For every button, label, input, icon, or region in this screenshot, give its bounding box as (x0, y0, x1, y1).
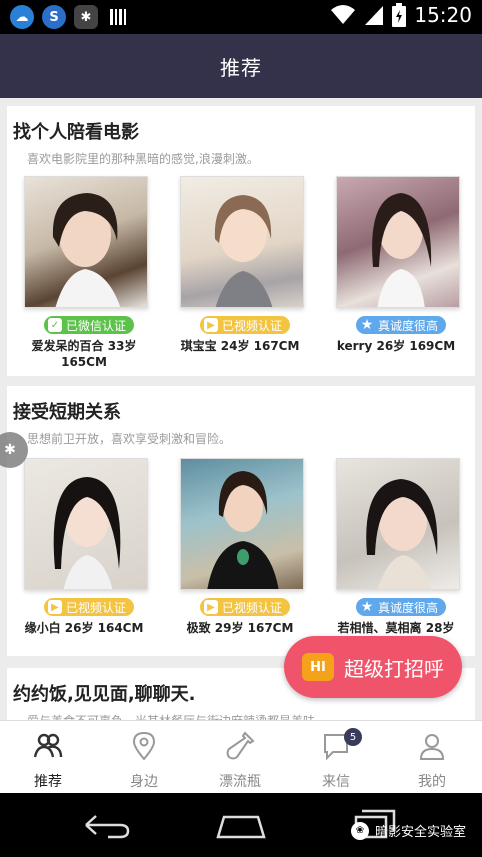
wechat-logo-icon: ❀ (350, 821, 369, 840)
tab-recommend[interactable]: 推荐 (0, 721, 96, 794)
profile-info: 极致 29岁 167CM (165, 620, 315, 636)
video-camera-icon: ▶ (48, 600, 62, 614)
section-title: 找个人陪看电影 (13, 122, 139, 143)
signal-icon (365, 6, 384, 25)
tab-label: 身边 (130, 774, 158, 790)
profile-photo[interactable] (24, 458, 148, 590)
video-camera-icon: ▶ (204, 600, 218, 614)
profile-photo[interactable] (336, 458, 460, 590)
section-title: 约约饭,见见面,聊聊天. (13, 684, 196, 705)
wechat-icon: ✓ (48, 318, 62, 332)
section-subtitle: 爱与美食不可辜负，米其林餐厅与街边麻辣烫都是美味。 (27, 712, 327, 720)
hi-icon: HI (302, 653, 334, 681)
star-icon: ★ (360, 599, 374, 615)
watermark-text: 暗影安全实验室 (374, 825, 466, 840)
star-icon: ★ (360, 317, 374, 333)
person-icon (419, 734, 445, 760)
tab-messages[interactable]: 5 来信 (288, 721, 384, 794)
video-verified-badge: ▶ 已视频认证 (44, 598, 135, 616)
profile-card[interactable]: ✓ 已微信认证 爱发呆的百合 33岁 165CM (9, 176, 159, 376)
app-s-icon: S (42, 5, 66, 29)
tab-label: 漂流瓶 (219, 774, 261, 790)
status-bar: ☁ S ✱ 15:20 (0, 0, 482, 34)
profile-photo[interactable] (180, 458, 304, 590)
super-greet-button[interactable]: HI 超级打招呼 (284, 636, 462, 698)
barcode-icon (106, 5, 130, 29)
wifi-icon (331, 5, 356, 24)
tab-label: 推荐 (34, 774, 62, 790)
profile-card[interactable]: ★ 真诚度很高 kerry 26岁 169CM (321, 176, 471, 376)
profile-name-age: kerry 26岁 169CM (336, 339, 456, 353)
tab-label: 来信 (322, 774, 350, 790)
clock: 15:20 (414, 3, 472, 27)
video-verified-badge: ▶ 已视频认证 (200, 316, 291, 334)
unread-count-badge: 5 (344, 728, 362, 746)
section-subtitle: 思想前卫开放，喜欢享受刺激和冒险。 (27, 432, 232, 446)
section-movie: 找个人陪看电影 喜欢电影院里的那种黑暗的感觉,浪漫刺激。 ✓ 已微信认证 爱发呆… (7, 106, 475, 376)
profile-photo[interactable] (24, 176, 148, 308)
profile-card[interactable]: ▶ 已视频认证 琪宝宝 24岁 167CM (165, 176, 315, 376)
video-camera-icon: ▶ (204, 318, 218, 332)
wechat-verified-badge: ✓ 已微信认证 (44, 316, 135, 334)
location-pin-icon (132, 731, 156, 761)
app-header: 推荐 (0, 34, 482, 98)
home-icon[interactable] (214, 813, 268, 839)
profile-card[interactable]: ▶ 已视频认证 极致 29岁 167CM (165, 458, 315, 656)
badge-label: 已视频认证 (222, 318, 283, 333)
section-short-term: 接受短期关系 思想前卫开放，喜欢享受刺激和冒险。 ▶ 已视频认证 缘小白 26岁… (7, 386, 475, 656)
bottom-tab-bar: 推荐 身边 漂流瓶 5 来信 我的 (0, 720, 482, 793)
profile-name-age: 若相惜、莫相离 28岁 (337, 621, 455, 635)
profile-photo[interactable] (180, 176, 304, 308)
status-right: 15:20 (330, 3, 472, 27)
tab-label: 我的 (418, 774, 446, 790)
cloud-icon: ☁ (10, 5, 34, 29)
profile-info: 爱发呆的百合 33岁 165CM (9, 338, 159, 370)
profile-name-age: 极致 29岁 167CM (186, 621, 294, 635)
tab-drift-bottle[interactable]: 漂流瓶 (192, 721, 288, 794)
badge-label: 真诚度很高 (378, 600, 439, 615)
profile-info: kerry 26岁 169CM (321, 338, 471, 354)
profile-height: 165CM (61, 355, 107, 369)
honesty-badge: ★ 真诚度很高 (356, 316, 447, 334)
profile-info: 缘小白 26岁 164CM (9, 620, 159, 636)
badge-label: 已视频认证 (222, 600, 283, 615)
profile-photo[interactable] (336, 176, 460, 308)
section-subtitle: 喜欢电影院里的那种黑暗的感觉,浪漫刺激。 (27, 152, 259, 166)
page-title: 推荐 (220, 55, 262, 80)
watermark: ❀ 暗影安全实验室 (350, 821, 466, 840)
tab-nearby[interactable]: 身边 (96, 721, 192, 794)
battery-icon (392, 3, 407, 27)
recommend-feed[interactable]: 找个人陪看电影 喜欢电影院里的那种黑暗的感觉,浪漫刺激。 ✓ 已微信认证 爱发呆… (0, 98, 482, 720)
profile-name-age: 琪宝宝 24岁 167CM (180, 339, 300, 353)
honesty-badge: ★ 真诚度很高 (356, 598, 447, 616)
bottle-icon (226, 731, 255, 760)
system-nav-bar: ❀ 暗影安全实验室 (0, 793, 482, 857)
badge-label: 真诚度很高 (378, 318, 439, 333)
profile-name-age: 缘小白 26岁 164CM (24, 621, 144, 635)
bug-icon: ✱ (74, 5, 98, 29)
profile-card[interactable]: ▶ 已视频认证 缘小白 26岁 164CM (9, 458, 159, 656)
super-greet-label: 超级打招呼 (344, 656, 444, 681)
section-title: 接受短期关系 (13, 402, 121, 423)
profile-card[interactable]: ★ 真诚度很高 若相惜、莫相离 28岁 166CM (321, 458, 471, 656)
profile-name-age: 爱发呆的百合 33岁 (31, 339, 137, 353)
badge-label: 已微信认证 (66, 318, 127, 333)
people-icon (33, 733, 63, 758)
badge-label: 已视频认证 (66, 600, 127, 615)
back-icon[interactable] (82, 811, 132, 841)
video-verified-badge: ▶ 已视频认证 (200, 598, 291, 616)
profile-info: 琪宝宝 24岁 167CM (165, 338, 315, 354)
tab-profile[interactable]: 我的 (384, 721, 480, 794)
notification-icons: ☁ S ✱ (10, 5, 130, 29)
